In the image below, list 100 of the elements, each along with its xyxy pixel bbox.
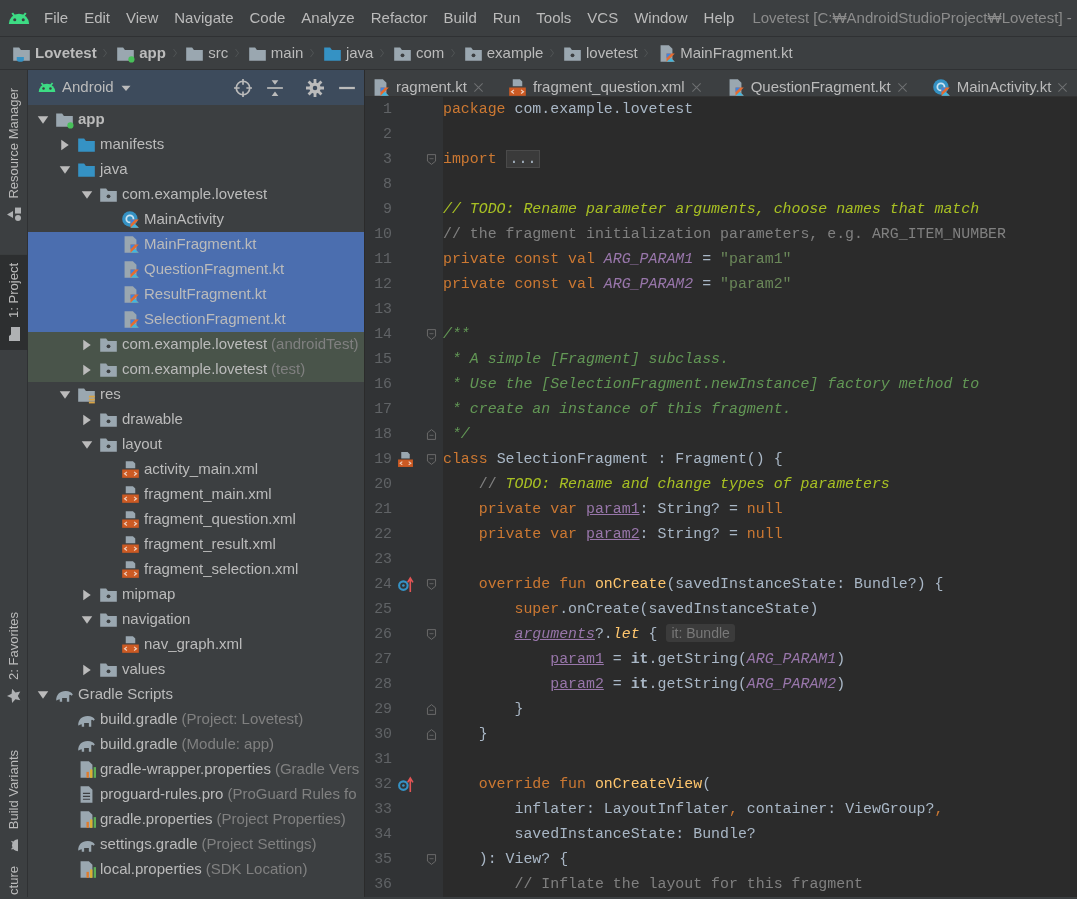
tool-window-tab[interactable]: Build Variants [0,742,28,862]
view-dropdown[interactable]: Android [38,76,132,99]
code-line: param1 = it.getString(ARG_PARAM1) [549,650,846,670]
fold-marker-icon[interactable] [424,853,438,866]
fold-marker-icon[interactable] [424,628,438,641]
expand-arrow-icon[interactable] [81,438,93,451]
override-marker-icon[interactable] [397,576,414,593]
expand-arrow-icon[interactable] [37,688,49,701]
tool-window-tab[interactable]: 1: Project [0,254,28,350]
code-line: * create an instance of this fragment. [450,400,792,420]
xml-file-icon [121,535,140,554]
locate-icon[interactable] [234,78,252,97]
breadcrumb-item[interactable]: Lovetest [10,41,99,65]
fold-marker-icon[interactable] [424,428,438,441]
menu-item[interactable]: Refactor [362,6,436,30]
expand-arrow-icon[interactable] [81,663,93,676]
tree-item[interactable]: app [28,107,364,132]
tool-window-tab[interactable]: cture [0,863,28,897]
breadcrumb-item[interactable]: java [320,41,376,65]
tree-item[interactable]: com.example.lovetest [28,182,364,207]
tree-item[interactable]: local.properties (SDK Location) [28,857,364,882]
code-line: import ... [443,148,541,171]
code-line: * Use the [SelectionFragment.newInstance] factory method to [450,375,980,395]
folder-icon [6,325,22,342]
tree-item[interactable]: gradle.properties (Project Properties) [28,807,364,832]
code-line: private const val ARG_PARAM2 = "param2" [443,275,792,295]
menu-item[interactable]: VCS [579,6,627,30]
tree-item[interactable]: fragment_question.xml [28,507,364,532]
tree-item[interactable]: manifests [28,132,364,157]
code-line: param2 = it.getString(ARG_PARAM2) [549,675,846,695]
breadcrumb-item[interactable]: com [390,41,447,65]
tree-item[interactable]: activity_main.xml [28,457,364,482]
expand-arrow-icon[interactable] [81,613,93,626]
tree-item[interactable]: java [28,157,364,182]
fold-marker-icon[interactable] [424,453,438,466]
tree-item[interactable]: fragment_main.xml [28,482,364,507]
settings-icon[interactable] [306,78,324,97]
fold-marker-icon[interactable] [424,703,438,716]
expand-arrow-icon[interactable] [81,338,93,351]
tree-item[interactable]: Gradle Scripts [28,682,364,707]
override-marker-icon[interactable] [397,776,414,793]
fold-marker-icon[interactable] [424,728,438,741]
fold-marker-icon[interactable] [424,153,438,166]
tree-item[interactable]: values [28,657,364,682]
breadcrumb-item[interactable]: main [245,41,306,65]
tree-item[interactable]: build.gradle (Module: app) [28,732,364,757]
expand-arrow-icon[interactable] [81,188,93,201]
code-line: private const val ARG_PARAM1 = "param1" [443,250,792,270]
code-line: private var param1: String? = null [477,500,783,520]
tree-item[interactable]: proguard-rules.pro (ProGuard Rules fo [28,782,364,807]
menu-item[interactable]: Tools [528,6,580,30]
tree-item[interactable]: fragment_selection.xml [28,557,364,582]
code-line: // the fragment initialization parameters, e.g. ARG_ITEM_NUMBER [443,225,1006,245]
breadcrumb-item[interactable]: MainFragment.kt [655,41,795,65]
expand-arrow-icon[interactable] [59,138,71,151]
expand-arrow-icon[interactable] [37,113,49,126]
breadcrumb-item[interactable]: example [461,41,546,65]
editor-tab[interactable]: fragment_question.xml [495,70,714,96]
menu-item[interactable]: Build [435,6,485,30]
menu-item[interactable]: Navigate [166,6,242,30]
menu-item[interactable]: Run [484,6,529,30]
tree-item[interactable]: nav_graph.xml [28,632,364,657]
tree-item[interactable]: layout [28,432,364,457]
code-line: package com.example.lovetest [443,100,694,120]
menu-item[interactable]: File [36,6,77,30]
breadcrumb-item[interactable]: src [183,41,231,65]
breadcrumb-item[interactable]: lovetest [560,41,640,65]
code-line: */ [450,425,470,445]
expand-arrow-icon[interactable] [81,588,93,601]
code-line: // TODO: Rename and change types of parameters [477,475,890,495]
class-icon [121,210,140,229]
tree-item[interactable]: gradle-wrapper.properties (Gradle Vers [28,757,364,782]
tool-window-tab[interactable]: 2: Favorites [0,604,28,713]
expand-arrow-icon[interactable] [59,163,71,176]
xml-file-icon[interactable] [397,451,414,468]
fold-marker-icon[interactable] [424,578,438,591]
expand-arrow-icon[interactable] [81,413,93,426]
menu-item[interactable]: Window [626,6,696,30]
menu-item[interactable]: Edit [76,6,119,30]
expand-arrow-icon[interactable] [59,388,71,401]
tree-item[interactable]: build.gradle (Project: Lovetest) [28,707,364,732]
collapse-all-icon[interactable] [266,78,284,97]
tree-item[interactable]: MainActivity [28,207,364,232]
menu-item[interactable]: Code [241,6,294,30]
menu-item[interactable]: Analyze [293,6,363,30]
menu-item[interactable]: Help [695,6,743,30]
tree-item[interactable]: navigation [28,607,364,632]
tree-item[interactable]: mipmap [28,582,364,607]
xml-file-icon [121,510,140,529]
tree-item[interactable]: settings.gradle (Project Settings) [28,832,364,857]
fold-marker-icon[interactable] [424,328,438,341]
breadcrumb-item[interactable]: app [114,41,168,65]
expand-arrow-icon[interactable] [81,363,93,376]
code-line: override fun onCreate(savedInstanceState: Bundle?) { [477,575,944,595]
tree-item[interactable]: drawable [28,407,364,432]
menu-item[interactable]: View [118,6,167,30]
tool-window-tab[interactable]: Resource Manager [0,80,28,231]
tree-item[interactable]: res [28,382,364,407]
code-line: // TODO: Rename parameter arguments, choose names that match [443,200,980,220]
tree-item[interactable]: fragment_result.xml [28,532,364,557]
